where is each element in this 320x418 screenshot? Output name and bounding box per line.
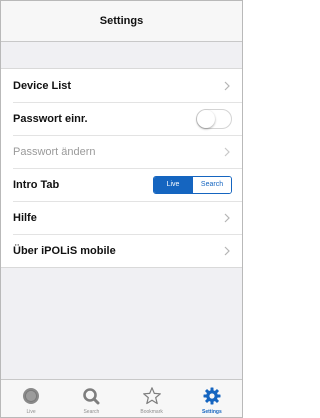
tab-label: Settings: [202, 409, 222, 415]
segment-live[interactable]: Live: [154, 176, 192, 193]
settings-row-label: Intro Tab: [13, 178, 60, 191]
settings-row-label: Über iPOLiS mobile: [13, 244, 116, 257]
settings-row-password-change[interactable]: Passwort ändern: [1, 135, 242, 168]
tab-bar: Live Search Bookmark Settings: [1, 379, 242, 417]
page-title: Settings: [99, 15, 144, 27]
settings-row-help[interactable]: Hilfe: [1, 201, 242, 234]
chevron-right-icon: [222, 212, 232, 224]
app-window: Settings Device List Passwort einr. Pass…: [0, 0, 243, 418]
tab-bookmark[interactable]: Bookmark: [122, 380, 182, 417]
tab-label: Live: [26, 409, 36, 415]
settings-row-label: Passwort ändern: [13, 145, 96, 158]
password-toggle[interactable]: [196, 108, 232, 129]
segment-search[interactable]: Search: [192, 176, 231, 193]
settings-row-label: Passwort einr.: [13, 112, 88, 125]
tab-label: Search: [83, 409, 100, 415]
gear-icon: [202, 386, 222, 406]
settings-list: Device List Passwort einr. Passwort ände…: [1, 68, 242, 268]
toggle-knob: [197, 109, 215, 128]
settings-row-label: Device List: [13, 79, 72, 92]
tab-live[interactable]: Live: [1, 380, 61, 417]
settings-row-label: Hilfe: [13, 211, 37, 224]
star-icon: [142, 386, 162, 406]
tab-search[interactable]: Search: [61, 380, 121, 417]
settings-row-device-list[interactable]: Device List: [1, 69, 242, 102]
tab-label: Bookmark: [140, 409, 163, 415]
chevron-right-icon: [222, 80, 232, 92]
navigation-bar: Settings: [1, 1, 242, 42]
chevron-right-icon: [222, 146, 232, 158]
settings-row-intro-tab: Intro Tab Live Search: [1, 168, 242, 201]
intro-tab-segmented-control: Live Search: [153, 175, 232, 194]
chevron-right-icon: [222, 245, 232, 257]
search-icon: [81, 386, 101, 406]
settings-row-password-set: Passwort einr.: [1, 102, 242, 135]
settings-row-about[interactable]: Über iPOLiS mobile: [1, 234, 242, 267]
tab-settings[interactable]: Settings: [182, 380, 242, 417]
live-icon: [21, 386, 41, 406]
